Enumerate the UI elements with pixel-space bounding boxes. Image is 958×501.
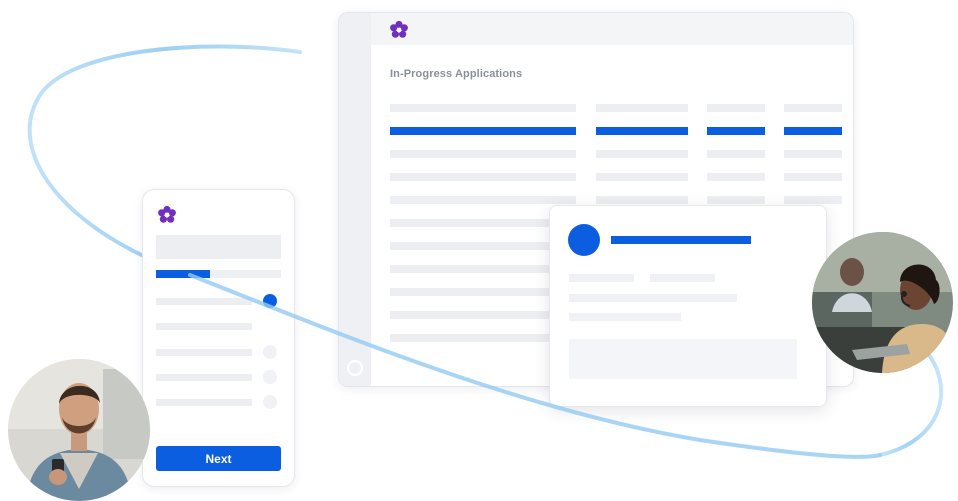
progress-fill bbox=[156, 270, 210, 278]
agent-with-headset-photo bbox=[812, 232, 953, 373]
step-label bbox=[156, 399, 252, 406]
header-bar bbox=[371, 13, 853, 45]
table-row[interactable] bbox=[784, 173, 842, 181]
header-placeholder bbox=[156, 235, 281, 259]
mobile-screen: Next bbox=[142, 189, 295, 487]
avatar bbox=[568, 224, 600, 256]
card-text-bar bbox=[569, 294, 737, 302]
table-row-selected[interactable] bbox=[596, 127, 688, 135]
next-button[interactable]: Next bbox=[156, 446, 281, 471]
table-row-selected[interactable] bbox=[784, 127, 842, 135]
page-title: In-Progress Applications bbox=[390, 68, 523, 80]
card-text-bar bbox=[569, 313, 681, 321]
table-row[interactable] bbox=[784, 150, 842, 158]
table-row[interactable] bbox=[390, 150, 576, 158]
card-meta-bar bbox=[650, 274, 715, 282]
table-row[interactable] bbox=[390, 196, 576, 204]
flower-logo-icon bbox=[390, 20, 408, 38]
table-row-selected[interactable] bbox=[707, 127, 765, 135]
table-row[interactable] bbox=[596, 173, 688, 181]
table-row[interactable] bbox=[596, 150, 688, 158]
step-label bbox=[156, 298, 252, 305]
step-dot-icon[interactable] bbox=[263, 345, 277, 359]
table-row-selected[interactable] bbox=[390, 127, 576, 135]
sidebar bbox=[339, 13, 371, 386]
man-using-phone-photo bbox=[8, 359, 150, 501]
table-row[interactable] bbox=[596, 196, 688, 204]
table-row[interactable] bbox=[707, 173, 765, 181]
step-label bbox=[156, 349, 252, 356]
card-content-box bbox=[569, 339, 797, 379]
step-label bbox=[156, 323, 252, 330]
table-header-cell bbox=[596, 104, 688, 112]
step-dot-icon[interactable] bbox=[263, 395, 277, 409]
sidebar-dot-icon[interactable] bbox=[347, 360, 363, 376]
table-row[interactable] bbox=[707, 196, 765, 204]
table-header-cell bbox=[784, 104, 842, 112]
application-detail-card[interactable] bbox=[549, 205, 827, 407]
card-meta-bar bbox=[569, 274, 634, 282]
step-label bbox=[156, 374, 252, 381]
step-dot-icon[interactable] bbox=[263, 370, 277, 384]
table-row[interactable] bbox=[784, 196, 842, 204]
table-header-cell bbox=[707, 104, 765, 112]
table-header-cell bbox=[390, 104, 576, 112]
table-row[interactable] bbox=[707, 150, 765, 158]
step-dot-icon[interactable] bbox=[263, 294, 277, 308]
table-row[interactable] bbox=[390, 173, 576, 181]
flower-logo-icon bbox=[158, 205, 176, 223]
card-title-bar bbox=[611, 236, 751, 244]
progress-bar bbox=[156, 270, 281, 278]
